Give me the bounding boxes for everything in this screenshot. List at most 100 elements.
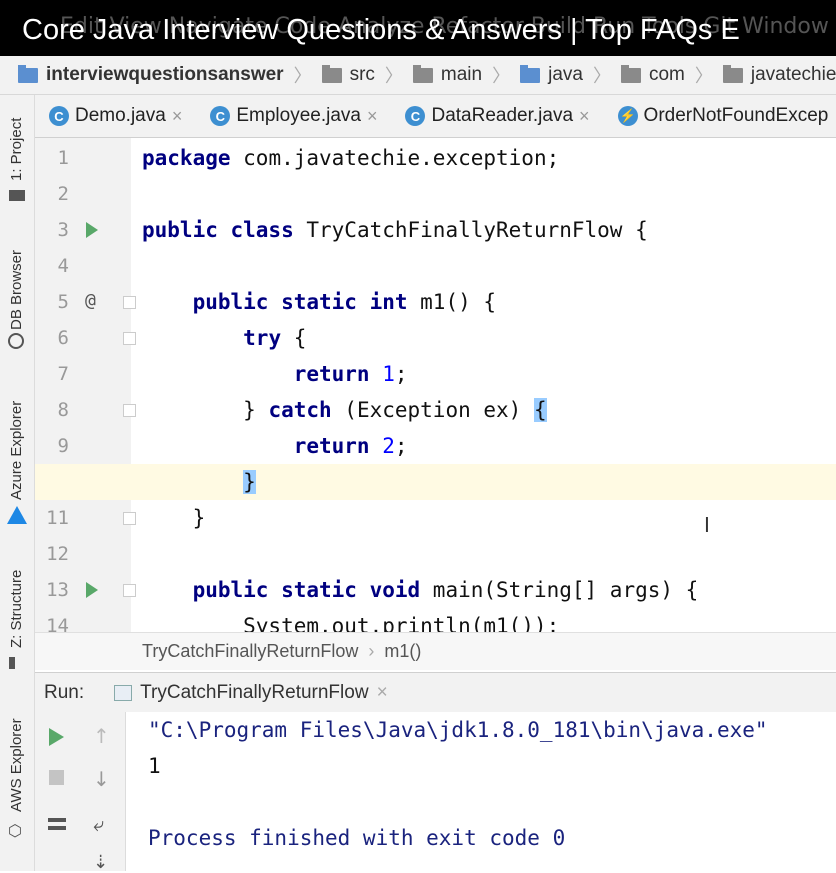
line-number[interactable]: 6 [35, 320, 136, 356]
line-number[interactable]: 1 [35, 140, 131, 176]
code-line[interactable]: } [142, 500, 206, 536]
run-gutter-icon[interactable] [86, 222, 98, 238]
line-number[interactable]: 7 [35, 356, 131, 392]
line-number[interactable]: 11 [35, 500, 136, 536]
annotation-icon[interactable]: @ [85, 290, 96, 311]
source-folder-icon [520, 64, 541, 83]
code-line[interactable]: } [142, 464, 256, 500]
project-tool-button[interactable]: 1: Project [8, 118, 25, 181]
console-line: 1 [148, 754, 161, 778]
class-icon: C [405, 106, 426, 126]
crumb-label: java [548, 64, 583, 85]
crumb-label: main [440, 64, 483, 85]
code-token: return [293, 434, 383, 458]
code-line[interactable]: return 2; [142, 428, 408, 464]
line-number[interactable]: 4 [35, 248, 131, 284]
fold-icon[interactable] [123, 512, 136, 525]
tab-employee[interactable]: C Employee.java × [196, 95, 391, 137]
db-browser-tool-button[interactable]: DB Browser [8, 250, 25, 330]
crumb-javatechie[interactable]: javatechie [722, 64, 836, 86]
exception-class-icon: ⚡ [617, 106, 638, 126]
console-line: Process finished with exit code 0 [148, 826, 566, 850]
close-icon[interactable]: × [367, 106, 378, 127]
arrow-down-icon[interactable]: ↓ [93, 767, 110, 791]
crumb-java[interactable]: java [520, 64, 583, 86]
crumb-com[interactable]: com [620, 64, 685, 86]
run-config-tab[interactable]: TryCatchFinallyReturnFlow [140, 682, 368, 704]
class-icon: C [210, 106, 231, 126]
line-number[interactable]: 2 [35, 176, 131, 212]
code-token: ; [394, 434, 408, 458]
line-number-text: 9 [57, 435, 69, 457]
code-line[interactable]: public static void main(String[] args) { [142, 572, 699, 608]
code-token: public static int [192, 290, 421, 314]
tab-demo[interactable]: C Demo.java × [35, 95, 196, 137]
soft-wrap-icon[interactable]: ⤶ [93, 812, 104, 836]
tab-datareader[interactable]: C DataReader.java × [391, 95, 603, 137]
crumb-src[interactable]: src [321, 64, 375, 86]
package-icon [620, 64, 641, 83]
line-gutter: 12345@67891011121314 [35, 138, 136, 632]
tab-label: OrderNotFoundExcep [643, 105, 829, 126]
code-line[interactable]: public static int m1() { [142, 284, 496, 320]
code-token: public class [142, 218, 307, 242]
line-number[interactable]: 5 @ [35, 284, 136, 320]
code-editor[interactable]: 12345@67891011121314 package com.javatec… [35, 138, 836, 632]
line-number[interactable]: 3 [35, 212, 131, 248]
code-line[interactable]: package com.javatechie.exception; [142, 140, 559, 176]
line-number-text: 14 [46, 615, 69, 632]
line-number-text: 13 [46, 579, 69, 601]
line-number[interactable]: 12 [35, 536, 131, 572]
rerun-icon[interactable] [49, 728, 64, 746]
code-token: main(String[] args) { [432, 578, 699, 602]
azure-explorer-tool-button[interactable]: Azure Explorer [8, 401, 25, 500]
crumb-label: javatechie [750, 64, 836, 85]
code-line[interactable]: try { [142, 320, 306, 356]
console-output[interactable]: "C:\Program Files\Java\jdk1.8.0_181\bin\… [126, 712, 836, 871]
breadcrumb-method[interactable]: m1() [384, 641, 421, 662]
chevron-right-icon: 〉 [694, 66, 713, 86]
tab-ordernotfoundexception[interactable]: ⚡ OrderNotFoundExcep [604, 95, 836, 137]
code-line[interactable]: public class TryCatchFinallyReturnFlow { [142, 212, 648, 248]
chevron-right-icon: 〉 [384, 66, 403, 86]
stop-icon[interactable] [49, 770, 64, 785]
run-panel-header: Run: TryCatchFinallyReturnFlow × [35, 672, 836, 713]
chevron-right-icon: 〉 [592, 66, 611, 86]
run-config-icon [114, 685, 133, 701]
line-number[interactable]: 8 [35, 392, 136, 428]
aws-explorer-tool-button[interactable]: AWS Explorer [8, 718, 25, 812]
code-token: ; [394, 362, 408, 386]
folder-icon [321, 64, 342, 83]
crumb-project[interactable]: interviewquestionsanswer [18, 64, 284, 86]
code-token: { [533, 398, 547, 422]
line-number[interactable]: 9 [35, 428, 131, 464]
close-icon[interactable]: × [579, 106, 590, 127]
run-gutter-icon[interactable] [86, 582, 98, 598]
scroll-to-end-icon[interactable]: ⇣ [93, 852, 108, 873]
close-icon[interactable]: × [172, 106, 183, 127]
code-line[interactable]: return 1; [142, 356, 408, 392]
structure-tool-button[interactable]: Z: Structure [8, 570, 25, 648]
code-token: } [142, 506, 206, 530]
fold-icon[interactable] [123, 584, 136, 597]
line-number[interactable]: 13 [35, 572, 136, 608]
fold-icon[interactable] [123, 296, 136, 309]
line-number-text: 7 [57, 363, 69, 385]
breadcrumb-class[interactable]: TryCatchFinallyReturnFlow [142, 641, 358, 662]
line-number[interactable]: 14 [35, 608, 131, 632]
code-line[interactable]: System.out.println(m1()); [142, 608, 559, 632]
close-icon[interactable]: × [377, 682, 388, 704]
code-line[interactable]: } catch (Exception ex) { [142, 392, 547, 428]
database-icon [8, 333, 24, 349]
crumb-main[interactable]: main [412, 64, 483, 86]
folder-icon [9, 190, 25, 201]
fold-icon[interactable] [123, 404, 136, 417]
arrow-up-icon[interactable]: ↑ [93, 724, 110, 748]
fold-icon[interactable] [123, 332, 136, 345]
code-token: return [293, 362, 383, 386]
class-icon: C [49, 106, 69, 126]
layout-icon[interactable] [48, 818, 66, 830]
